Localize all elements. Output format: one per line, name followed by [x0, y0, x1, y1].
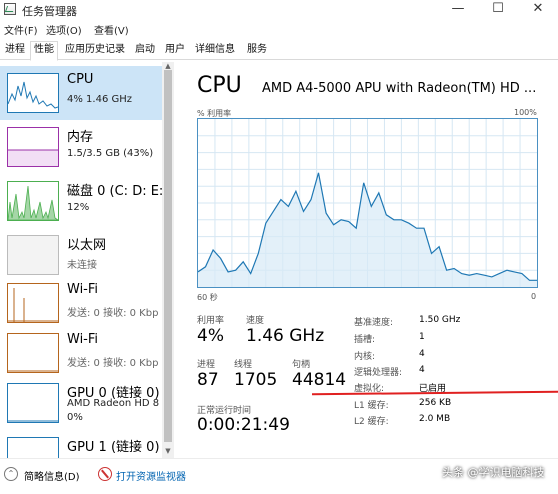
utilization-label: 利用率 — [197, 316, 225, 326]
maximize-button[interactable]: ☐ — [478, 0, 518, 20]
utilization-value: 4% — [197, 326, 224, 346]
resource-list-scrollbar[interactable]: ▲ ▼ — [162, 62, 174, 458]
gpu-thumbnail-graph — [8, 420, 58, 422]
resource-wifi-1[interactable]: Wi-Fi 发送: 0 接收: 0 Kbp — [0, 276, 162, 330]
resource-disk[interactable]: 磁盘 0 (C: D: E: 12% — [0, 174, 164, 228]
resource-cpu[interactable]: CPU 4% 1.46 GHz — [0, 66, 162, 120]
l1-cache-label: L1 缓存: — [354, 401, 389, 411]
threads-value: 1705 — [234, 370, 278, 390]
resource-detail: 未连接 — [67, 260, 97, 271]
detail-title: CPU — [197, 73, 242, 98]
resource-detail-usage: 0% — [67, 412, 83, 423]
resource-detail: 1.5/3.5 GB (43%) — [67, 148, 154, 159]
graph-x-end: 0 — [531, 292, 537, 301]
title-bar: 任务管理器 — ☐ ✕ — [0, 0, 558, 20]
resource-list: CPU 4% 1.46 GHz 内存 1.5/3.5 GB (43%) 磁盘 0… — [0, 62, 176, 458]
fewer-details-link[interactable]: 简略信息(D) — [24, 468, 80, 483]
memory-thumbnail-graph — [8, 149, 58, 166]
l2-cache-label: L2 缓存: — [354, 417, 389, 427]
minimize-button[interactable]: — — [438, 0, 478, 20]
graph-x-start: 60 秒 — [197, 293, 218, 302]
chevron-up-icon[interactable]: ⌃ — [4, 467, 18, 481]
cpu-model: AMD A4-5000 APU with Radeon(TM) HD ... — [262, 81, 537, 96]
speed-value: 1.46 GHz — [246, 326, 325, 346]
task-manager-icon — [4, 3, 16, 15]
cpu-thumbnail — [7, 73, 59, 113]
resource-name: GPU 1 (链接 0) — [67, 440, 160, 455]
handles-value: 44814 — [292, 370, 347, 390]
resource-monitor-icon[interactable] — [98, 467, 112, 481]
resource-name: 内存 — [67, 130, 94, 145]
processes-value: 87 — [197, 370, 219, 390]
resource-wifi-2[interactable]: Wi-Fi 发送: 0 接收: 0 Kbp — [0, 326, 162, 380]
wifi-thumbnail — [7, 283, 59, 323]
menu-view[interactable]: 查看(V) — [94, 22, 129, 37]
disk-thumbnail-graph — [8, 185, 58, 220]
scroll-thumb[interactable] — [164, 70, 172, 442]
speed-label: 速度 — [246, 316, 265, 326]
graph-y-max: 100% — [514, 108, 537, 117]
tab-startup[interactable]: 启动 — [132, 42, 158, 60]
tab-app-history[interactable]: 应用历史记录 — [62, 42, 128, 60]
resource-detail: 发送: 0 接收: 0 Kbp — [67, 358, 159, 369]
tab-services[interactable]: 服务 — [244, 42, 270, 60]
logical-processors-value: 4 — [419, 365, 425, 375]
resource-detail: 4% 1.46 GHz — [67, 94, 133, 105]
processes-label: 进程 — [197, 360, 216, 370]
handles-label: 句柄 — [292, 360, 311, 370]
resource-gpu-1[interactable]: GPU 1 (链接 0) — [0, 430, 162, 458]
resource-detail: 发送: 0 接收: 0 Kbp — [67, 308, 159, 319]
resource-name: Wi-Fi — [67, 332, 99, 347]
red-annotation-line — [312, 390, 558, 396]
logical-processors-label: 逻辑处理器: — [354, 368, 403, 378]
ethernet-thumbnail — [7, 235, 59, 275]
tab-users[interactable]: 用户 — [162, 42, 188, 60]
tab-strip: 进程 性能 应用历史记录 启动 用户 详细信息 服务 — [0, 40, 558, 61]
memory-thumbnail — [7, 127, 59, 167]
cpu-usage-plot — [197, 119, 537, 287]
scroll-down-icon[interactable]: ▼ — [164, 447, 172, 455]
tab-details[interactable]: 详细信息 — [192, 42, 238, 60]
disk-thumbnail — [7, 181, 59, 221]
resource-name: Wi-Fi — [67, 282, 99, 297]
wifi-thumbnail — [7, 333, 59, 373]
resource-gpu-0[interactable]: GPU 0 (链接 0) AMD Radeon HD 8 0% — [0, 376, 162, 430]
gpu-thumbnail — [7, 437, 59, 458]
cpu-thumbnail-graph — [8, 81, 58, 109]
menu-bar: 文件(F) 选项(O) 查看(V) — [0, 20, 558, 38]
resource-detail: AMD Radeon HD 8 — [67, 398, 160, 409]
resource-memory[interactable]: 内存 1.5/3.5 GB (43%) — [0, 120, 162, 174]
scroll-up-icon[interactable]: ▲ — [164, 62, 172, 70]
l2-cache-value: 2.0 MB — [419, 414, 451, 424]
close-button[interactable]: ✕ — [518, 0, 558, 20]
base-speed-value: 1.50 GHz — [419, 315, 461, 325]
wifi-thumbnail-graph — [8, 370, 58, 372]
sockets-label: 插槽: — [354, 335, 376, 345]
gpu-thumbnail — [7, 383, 59, 423]
resource-name: CPU — [67, 72, 94, 87]
open-resource-monitor-link[interactable]: 打开资源监视器 — [116, 468, 186, 483]
wifi-thumbnail-graph — [8, 288, 58, 322]
base-speed-label: 基准速度: — [354, 318, 394, 328]
l1-cache-value: 256 KB — [419, 398, 452, 408]
resource-detail: 12% — [67, 202, 90, 213]
watermark: 头条 @学识电脑科技 — [442, 466, 545, 479]
uptime-value: 0:00:21:49 — [197, 415, 290, 435]
resource-name: 磁盘 0 (C: D: E: — [67, 184, 164, 199]
window-title: 任务管理器 — [22, 5, 77, 18]
threads-label: 线程 — [234, 360, 253, 370]
menu-file[interactable]: 文件(F) — [4, 22, 38, 37]
resource-name: 以太网 — [67, 238, 107, 253]
tab-processes[interactable]: 进程 — [2, 42, 28, 60]
menu-options[interactable]: 选项(O) — [46, 22, 82, 37]
cores-label: 内核: — [354, 352, 376, 362]
tab-performance[interactable]: 性能 — [30, 41, 58, 61]
sockets-value: 1 — [419, 332, 425, 342]
cpu-usage-graph — [197, 118, 538, 288]
resource-ethernet[interactable]: 以太网 未连接 — [0, 228, 162, 282]
cores-value: 4 — [419, 349, 425, 359]
